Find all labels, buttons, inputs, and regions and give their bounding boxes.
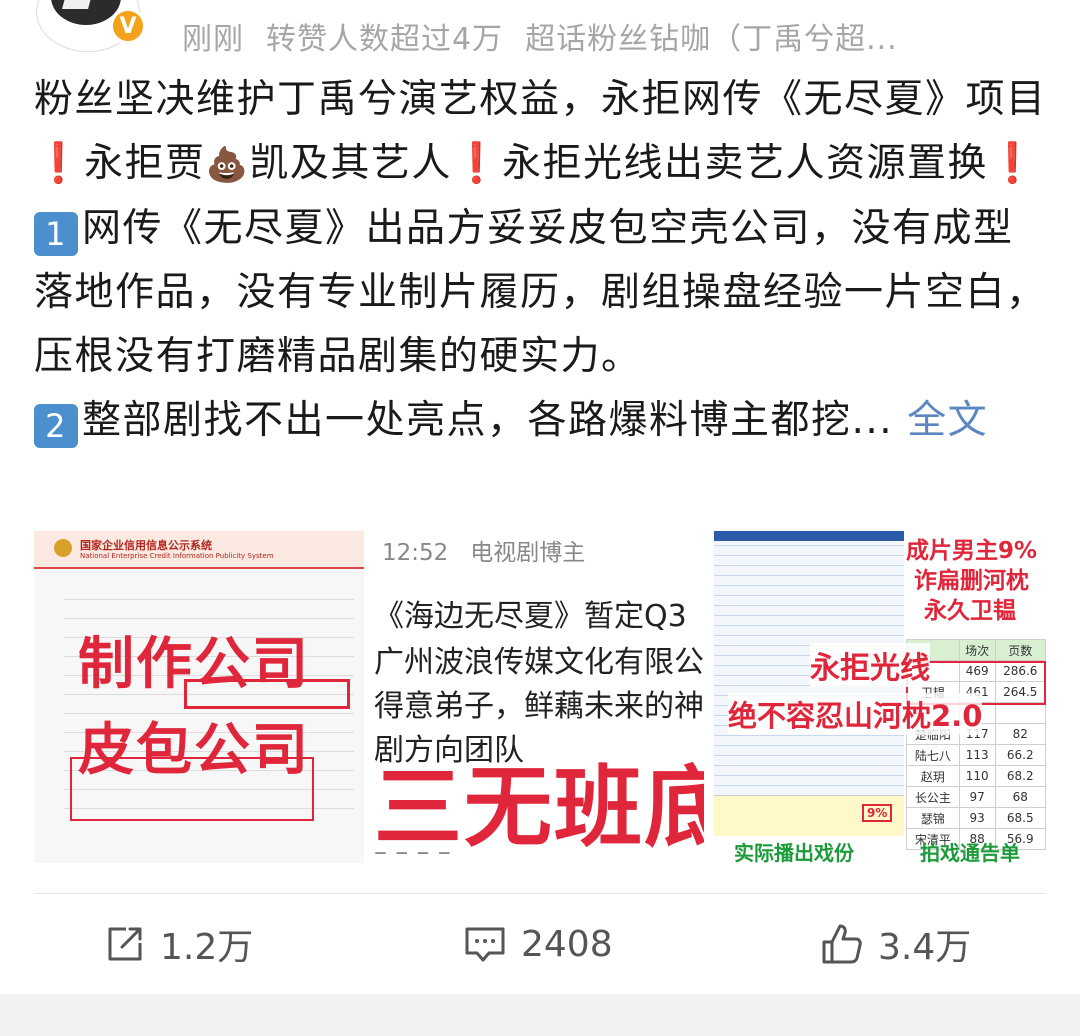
caption-call-sheet: 拍戏通告单 xyxy=(920,841,1020,863)
overlay-text-5: 绝不容忍山河枕2.0 xyxy=(728,693,983,735)
table-cell: 68 xyxy=(994,786,1046,808)
poop-emoji-icon: 💩 xyxy=(205,145,250,185)
feed-separator xyxy=(0,994,1080,1036)
spreadsheet-gridline xyxy=(714,735,904,736)
comment-button[interactable]: 2408 xyxy=(463,894,613,994)
text-segment: 整部剧找不出一处亮点，各路爆料博主都挖... xyxy=(82,398,894,443)
table-cell: 97 xyxy=(958,786,996,808)
table-cell: 66.2 xyxy=(994,744,1046,766)
screenshot-header: 12:52 电视剧博主 xyxy=(382,533,585,567)
screenshot-time: 12:52 xyxy=(382,540,449,566)
paragraph-3: 2 整部剧找不出一处亮点，各路爆料博主都挖... 全文 xyxy=(34,389,1050,453)
text-segment: 凯及其艺人 xyxy=(249,141,452,186)
verified-badge-icon: V xyxy=(110,8,146,44)
repost-icon xyxy=(108,927,142,961)
spreadsheet-gridline xyxy=(714,585,904,586)
spreadsheet-gridline xyxy=(714,605,904,606)
spreadsheet-summary: 9% xyxy=(714,795,904,836)
screenshot-dash: – – – – xyxy=(374,837,451,863)
table-cell: 93 xyxy=(958,807,996,829)
table-cell: 68.2 xyxy=(994,765,1046,787)
table-cell xyxy=(994,702,1046,724)
like-button[interactable]: 3.4万 xyxy=(820,894,971,994)
exclamation-icon: ❗ xyxy=(451,141,502,186)
image-grid: 国家企业信用信息公示系统 National Enterprise Credit … xyxy=(34,531,1046,863)
number-1-icon: 1 xyxy=(34,212,78,256)
table-row: 赵玥 110 68.2 xyxy=(906,765,1046,787)
table-cell: 瑟锦 xyxy=(906,807,960,829)
spreadsheet-gridline xyxy=(714,595,904,596)
overlay-text-2: 皮包公司 xyxy=(78,718,310,783)
spreadsheet-gridline xyxy=(714,755,904,756)
spreadsheet-gridline xyxy=(714,745,904,746)
text-segment: 永拒光线出卖艺人资源置换 xyxy=(502,141,989,186)
site-subtitle: National Enterprise Credit Information P… xyxy=(80,552,274,560)
screenshot-line-3: 得意弟子，鲜藕未来的神 xyxy=(374,689,704,724)
table-header-cell: 场次 xyxy=(958,639,996,661)
overlay-text-4: 永拒光线 xyxy=(810,643,930,687)
text-segment: 粉丝坚决维护丁禹兮演艺权益，永拒网传《无尽夏》项目 xyxy=(34,77,1047,122)
post-header: V 刚刚 转赞人数超过4万 超话粉丝钻咖（丁禹兮超... xyxy=(0,0,1080,62)
text-segment: 永拒贾 xyxy=(84,141,206,186)
image-thumbnail-3[interactable]: 9% 成片男主9% 诈扁删河枕 永久卫韫 场次 页数 469286.6 卫韫46… xyxy=(714,531,1046,863)
table-row: 瑟锦 93 68.5 xyxy=(906,807,1046,829)
table-cell: 113 xyxy=(958,744,996,766)
repost-button[interactable]: 1.2万 xyxy=(104,894,253,994)
screenshot-line-1: 《海边无尽夏》暂定Q3 xyxy=(374,599,687,634)
table-row: 长公主 97 68 xyxy=(906,786,1046,808)
spreadsheet-gridline xyxy=(714,785,904,786)
site-banner: 国家企业信用信息公示系统 National Enterprise Credit … xyxy=(34,531,364,569)
text-segment: 网传《无尽夏》出品方妥妥皮包空壳公司，没有成型落地作品，没有专业制片履历，剧组操… xyxy=(34,206,1047,379)
spreadsheet-gridline xyxy=(714,625,904,626)
table-cell: 82 xyxy=(994,723,1046,745)
table-cell: 长公主 xyxy=(906,786,960,808)
table-row: 陆七八 113 66.2 xyxy=(906,744,1046,766)
image-thumbnail-1[interactable]: 国家企业信用信息公示系统 National Enterprise Credit … xyxy=(34,531,364,863)
spreadsheet-gridline xyxy=(714,775,904,776)
spreadsheet-gridline xyxy=(714,565,904,566)
screenshot-account: 电视剧博主 xyxy=(470,540,586,566)
repost-count: 1.2万 xyxy=(160,927,254,968)
action-bar: 1.2万 2408 3.4万 xyxy=(0,894,1080,994)
screenshot-line-2: 广州波浪传媒文化有限公 xyxy=(374,645,704,680)
paragraph-1: 粉丝坚决维护丁禹兮演艺权益，永拒网传《无尽夏》项目❗永拒贾💩凯及其艺人❗永拒光线… xyxy=(34,68,1050,197)
overlay-text-1: 成片男主9% xyxy=(906,538,1038,564)
overlay-text-1: 制作公司 xyxy=(78,632,310,697)
repost-stat: 转赞人数超过4万 xyxy=(266,22,504,57)
table-header-cell: 页数 xyxy=(994,639,1046,661)
exclamation-icon: ❗ xyxy=(988,141,1039,186)
share-percent: 9% xyxy=(862,804,893,822)
table-cell: 110 xyxy=(958,765,996,787)
table-cell: 陆七八 xyxy=(906,744,960,766)
overlay-text-2: 诈扁删河枕 xyxy=(914,568,1029,594)
paragraph-2: 1 网传《无尽夏》出品方妥妥皮包空壳公司，没有成型落地作品，没有专业制片履历，剧组… xyxy=(34,197,1050,389)
spreadsheet-gridline xyxy=(714,615,904,616)
thumbs-up-icon xyxy=(822,924,862,964)
site-title: 国家企业信用信息公示系统 xyxy=(80,539,212,552)
image-thumbnail-2[interactable]: 12:52 电视剧博主 《海边无尽夏》暂定Q3 广州波浪传媒文化有限公 得意弟子… xyxy=(374,531,704,863)
spreadsheet-gridline xyxy=(714,545,904,546)
caption-actual-airtime: 实际播出戏份 xyxy=(734,841,854,863)
overlay-text-3: 永久卫韫 xyxy=(924,598,1016,624)
spreadsheet-gridline xyxy=(714,575,904,576)
spreadsheet-gridline xyxy=(714,555,904,556)
full-text-link[interactable]: 全文 xyxy=(907,398,988,443)
spreadsheet-gridline xyxy=(714,635,904,636)
comment-icon xyxy=(465,927,505,962)
like-count: 3.4万 xyxy=(878,927,972,968)
number-2-icon: 2 xyxy=(34,404,78,448)
national-emblem-icon xyxy=(54,539,72,557)
post-source[interactable]: 超话粉丝钻咖（丁禹兮超... xyxy=(525,22,898,57)
post-text: 粉丝坚决维护丁禹兮演艺权益，永拒网传《无尽夏》项目❗永拒贾💩凯及其艺人❗永拒光线… xyxy=(34,68,1050,453)
exclamation-icon: ❗ xyxy=(34,141,85,186)
comment-count: 2408 xyxy=(521,923,613,965)
table-cell: 68.5 xyxy=(994,807,1046,829)
post-meta: 刚刚 转赞人数超过4万 超话粉丝钻咖（丁禹兮超... xyxy=(182,14,920,58)
post-time: 刚刚 xyxy=(182,22,244,57)
spreadsheet-gridline xyxy=(714,765,904,766)
table-cell: 赵玥 xyxy=(906,765,960,787)
